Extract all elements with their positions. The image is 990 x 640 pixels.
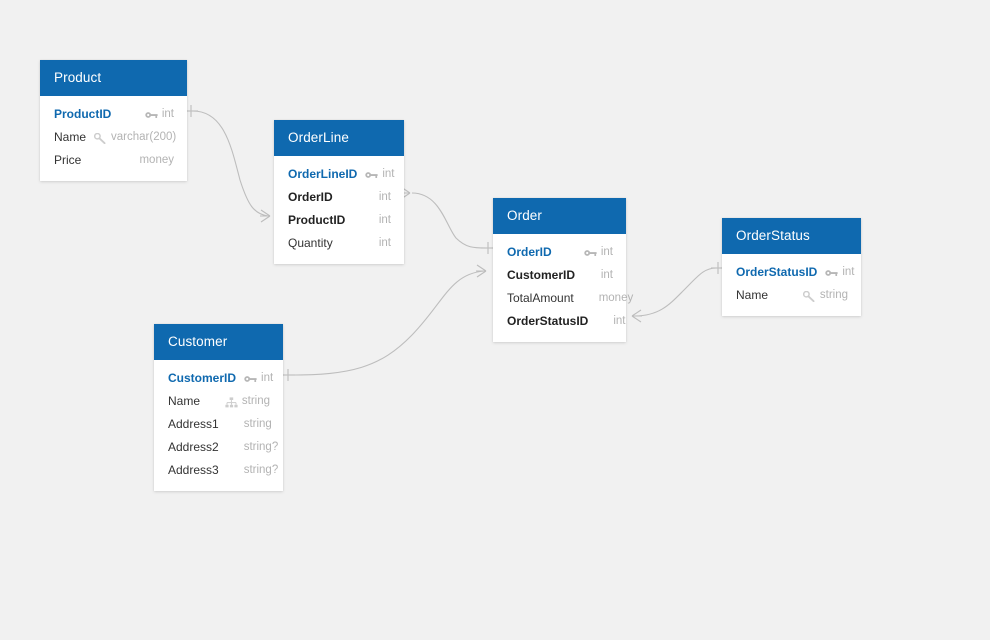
entity-customer[interactable]: Customer CustomerID int Name string Address1 s… bbox=[154, 324, 283, 491]
attribute-type: int bbox=[600, 245, 613, 258]
entity-header-orderline[interactable]: OrderLine bbox=[274, 120, 404, 156]
wrench-icon bbox=[802, 289, 816, 303]
attribute-type: int bbox=[261, 371, 274, 384]
cardinality-many-marker bbox=[260, 209, 271, 223]
attribute-list-product: ProductID int Name varchar(200) Price money bbox=[40, 96, 187, 181]
attribute-name: Address1 bbox=[168, 416, 219, 431]
attribute-type: int bbox=[600, 268, 613, 281]
attribute-type: int bbox=[378, 190, 391, 203]
attribute-row[interactable]: OrderStatusID int bbox=[493, 309, 626, 332]
attribute-name: Quantity bbox=[288, 235, 333, 250]
entity-title: Order bbox=[507, 208, 543, 224]
attribute-name: OrderLineID bbox=[288, 166, 358, 181]
key-icon bbox=[244, 372, 257, 383]
connector-line bbox=[411, 192, 487, 249]
index-icon bbox=[225, 395, 238, 408]
attribute-row[interactable]: ProductID int bbox=[40, 102, 187, 125]
attribute-type: int bbox=[378, 213, 391, 226]
attribute-row[interactable]: Price money bbox=[40, 148, 187, 171]
key-icon bbox=[584, 246, 597, 257]
relationship-orderline-order bbox=[400, 186, 495, 254]
attribute-name: ProductID bbox=[288, 212, 346, 227]
attribute-type: money bbox=[139, 153, 174, 166]
attribute-name: CustomerID bbox=[507, 267, 576, 282]
attribute-row[interactable]: CustomerID int bbox=[154, 366, 283, 389]
attribute-row[interactable]: Name string bbox=[722, 283, 861, 306]
attribute-name: Name bbox=[54, 129, 87, 144]
attribute-name: TotalAmount bbox=[507, 290, 574, 305]
attribute-name: OrderStatusID bbox=[736, 264, 818, 279]
attribute-type: string? bbox=[243, 440, 279, 453]
attribute-type: string bbox=[241, 394, 270, 407]
wrench-icon bbox=[93, 131, 107, 145]
relationship-customer-order bbox=[281, 264, 487, 381]
attribute-type: string bbox=[819, 288, 848, 301]
attribute-row[interactable]: Address2 string? bbox=[154, 435, 283, 458]
attribute-row[interactable]: TotalAmount money bbox=[493, 286, 633, 309]
attribute-type: money bbox=[598, 291, 634, 304]
attribute-type: string? bbox=[243, 463, 279, 476]
entity-product[interactable]: Product ProductID int Name varchar(200) Price… bbox=[40, 60, 187, 181]
attribute-type: varchar(200) bbox=[111, 130, 177, 143]
attribute-name: OrderID bbox=[507, 244, 552, 259]
attribute-row[interactable]: Quantity int bbox=[274, 231, 404, 254]
attribute-row[interactable]: OrderLineID int bbox=[274, 162, 404, 185]
attribute-name: Price bbox=[54, 152, 82, 167]
attribute-list-orderstatus: OrderStatusID int Name string bbox=[722, 254, 861, 316]
entity-title: OrderStatus bbox=[736, 228, 810, 244]
key-icon bbox=[145, 108, 158, 119]
attribute-row[interactable]: OrderID int bbox=[274, 185, 404, 208]
connector-line bbox=[192, 110, 269, 217]
attribute-type: int bbox=[382, 167, 395, 180]
attribute-name: Address2 bbox=[168, 439, 219, 454]
attribute-list-order: OrderID int CustomerID int TotalAmount money O… bbox=[493, 234, 633, 342]
attribute-type: string bbox=[243, 417, 272, 430]
entity-orderline[interactable]: OrderLine OrderLineID int OrderID int Product… bbox=[274, 120, 404, 264]
relationship-product-orderline bbox=[184, 105, 271, 223]
attribute-name: Address3 bbox=[168, 462, 219, 477]
attribute-name: CustomerID bbox=[168, 370, 237, 385]
attribute-type: int bbox=[613, 314, 626, 327]
attribute-name: Name bbox=[168, 393, 201, 408]
attribute-row[interactable]: OrderID int bbox=[493, 240, 626, 263]
attribute-name: OrderID bbox=[288, 189, 333, 204]
attribute-row[interactable]: ProductID int bbox=[274, 208, 404, 231]
attribute-name: ProductID bbox=[54, 106, 112, 121]
attribute-type: int bbox=[378, 236, 391, 249]
entity-order[interactable]: Order OrderID int CustomerID int TotalAmount m… bbox=[493, 198, 633, 342]
entity-header-product[interactable]: Product bbox=[40, 60, 187, 96]
cardinality-many-marker bbox=[631, 309, 642, 323]
attribute-name: Name bbox=[736, 287, 769, 302]
attribute-type: int bbox=[161, 107, 174, 120]
relationship-order-orderstatus bbox=[631, 262, 725, 323]
entity-title: Product bbox=[54, 70, 102, 86]
connector-line bbox=[633, 267, 717, 317]
entity-title: OrderLine bbox=[288, 130, 349, 146]
entity-header-orderstatus[interactable]: OrderStatus bbox=[722, 218, 861, 254]
attribute-row[interactable]: CustomerID int bbox=[493, 263, 626, 286]
attribute-row[interactable]: OrderStatusID int bbox=[722, 260, 861, 283]
cardinality-many-marker bbox=[476, 264, 487, 278]
entity-header-order[interactable]: Order bbox=[493, 198, 626, 234]
attribute-row[interactable]: Address1 string bbox=[154, 412, 283, 435]
key-icon bbox=[825, 266, 838, 277]
attribute-list-customer: CustomerID int Name string Address1 string Add… bbox=[154, 360, 283, 491]
connector-line bbox=[289, 270, 485, 376]
key-icon bbox=[365, 168, 378, 179]
attribute-row[interactable]: Name string bbox=[154, 389, 283, 412]
entity-header-customer[interactable]: Customer bbox=[154, 324, 283, 360]
entity-title: Customer bbox=[168, 334, 228, 350]
diagram-canvas[interactable]: Product ProductID int Name varchar(200) Price… bbox=[0, 0, 990, 640]
attribute-list-orderline: OrderLineID int OrderID int ProductID int Quan… bbox=[274, 156, 404, 264]
attribute-row[interactable]: Name varchar(200) bbox=[40, 125, 187, 148]
attribute-type: int bbox=[842, 265, 855, 278]
entity-orderstatus[interactable]: OrderStatus OrderStatusID int Name string bbox=[722, 218, 861, 316]
attribute-row[interactable]: Address3 string? bbox=[154, 458, 283, 481]
attribute-name: OrderStatusID bbox=[507, 313, 589, 328]
